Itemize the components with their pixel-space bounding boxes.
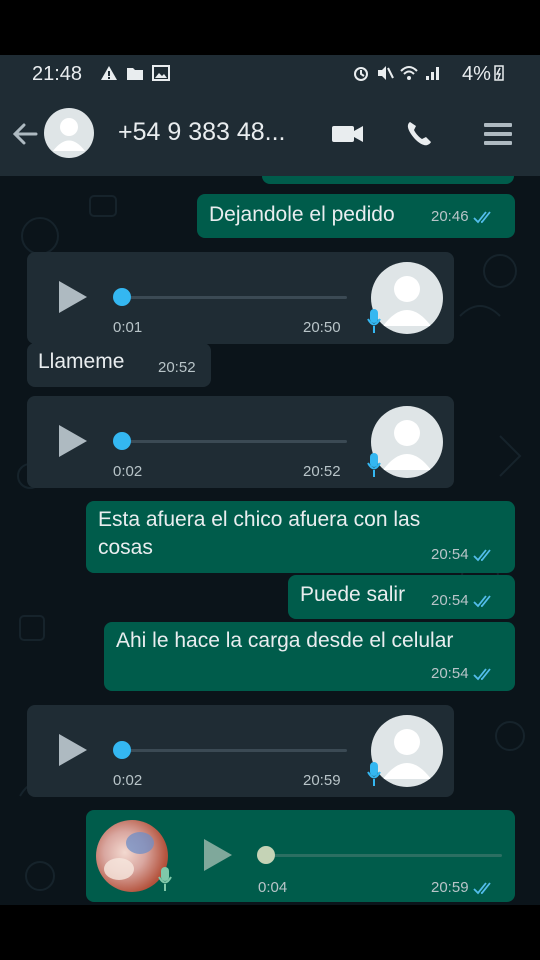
- message-text: Ahi le hace la carga desde el celular: [116, 629, 454, 652]
- message-meta: 20:54: [431, 546, 495, 563]
- message-text-line-2: cosas: [98, 536, 153, 559]
- voice-progress-handle[interactable]: [113, 741, 131, 759]
- play-icon[interactable]: [59, 734, 87, 766]
- battery-level: 4%: [462, 63, 504, 86]
- message-bubble-incoming[interactable]: Llameme 20:52: [27, 343, 211, 387]
- mute-icon: [378, 66, 394, 80]
- voice-progress-handle[interactable]: [113, 288, 131, 306]
- play-icon[interactable]: [204, 839, 232, 871]
- play-icon[interactable]: [59, 281, 87, 313]
- voice-progress-track[interactable]: [117, 749, 347, 752]
- status-bar: 21:48 4%: [0, 55, 540, 92]
- gallery-icon: [152, 65, 170, 81]
- message-time: 20:46: [431, 208, 469, 225]
- voice-message-outgoing[interactable]: 0:04 20:59: [86, 810, 515, 902]
- message-text: Llameme: [38, 350, 125, 373]
- message-time: 20:54: [431, 665, 469, 682]
- signal-icon: [426, 67, 439, 80]
- voice-progress-handle[interactable]: [113, 432, 131, 450]
- contact-name[interactable]: +54 9 383 48...: [118, 118, 286, 147]
- voice-progress-track[interactable]: [262, 854, 502, 857]
- message-time: 20:52: [303, 463, 341, 480]
- status-time: 21:48: [32, 63, 83, 85]
- folder-icon: [127, 68, 143, 80]
- avatar-icon: [383, 276, 431, 326]
- play-icon[interactable]: [59, 425, 87, 457]
- wifi-icon: [400, 66, 418, 80]
- whatsapp-screen: 21:48 4% +54 9 383 48... Dejandole el pe…: [0, 55, 540, 905]
- message-time: 20:59: [303, 772, 341, 789]
- voice-duration: 0:02: [113, 463, 143, 480]
- double-check-icon: [472, 210, 491, 223]
- message-meta: 20:46: [431, 208, 495, 225]
- phone-icon[interactable]: [402, 118, 438, 150]
- mic-icon: [367, 309, 381, 333]
- voice-message-incoming[interactable]: 0:02 20:52: [27, 396, 454, 488]
- message-text-line-1: Esta afuera el chico afuera con las: [98, 508, 421, 531]
- chat-header: +54 9 383 48...: [0, 92, 540, 176]
- mic-icon: [367, 762, 381, 786]
- message-time: 20:54: [431, 592, 469, 609]
- message-meta: 20:59: [431, 879, 495, 896]
- back-arrow-icon[interactable]: [10, 120, 38, 148]
- voice-sender-avatar: [371, 262, 443, 334]
- mic-icon: [158, 867, 172, 891]
- alarm-icon: [354, 67, 368, 81]
- avatar-icon: [383, 420, 431, 470]
- message-bubble-outgoing[interactable]: Puede salir 20:54: [288, 575, 515, 619]
- voice-sender-avatar: [371, 715, 443, 787]
- voice-progress-track[interactable]: [117, 440, 347, 443]
- menu-icon[interactable]: [480, 118, 516, 150]
- message-meta: 20:54: [431, 592, 495, 609]
- voice-progress-handle[interactable]: [257, 846, 275, 864]
- message-bubble-outgoing[interactable]: Ahi le hace la carga desde el celular 20…: [104, 622, 515, 691]
- voice-message-incoming[interactable]: 0:02 20:59: [27, 705, 454, 797]
- contact-avatar[interactable]: [44, 108, 94, 158]
- message-text: Dejandole el pedido: [209, 203, 395, 226]
- message-time: 20:50: [303, 319, 341, 336]
- battery-icon: [494, 65, 504, 81]
- video-call-icon[interactable]: [330, 118, 366, 150]
- voice-duration: 0:02: [113, 772, 143, 789]
- mic-icon: [367, 453, 381, 477]
- previous-message-edge: [262, 176, 514, 184]
- double-check-icon: [472, 548, 491, 561]
- message-text: Puede salir: [300, 583, 406, 606]
- avatar-icon: [53, 118, 85, 151]
- voice-message-incoming[interactable]: 0:01 20:50: [27, 252, 454, 344]
- warning-icon: [101, 66, 117, 80]
- double-check-icon: [472, 594, 491, 607]
- double-check-icon: [472, 667, 491, 680]
- message-time: 20:59: [431, 879, 469, 896]
- message-time: 20:54: [431, 546, 469, 563]
- message-bubble-outgoing[interactable]: Dejandole el pedido 20:46: [197, 194, 515, 238]
- voice-duration: 0:01: [113, 319, 143, 336]
- voice-duration: 0:04: [258, 879, 288, 896]
- voice-progress-track[interactable]: [117, 296, 347, 299]
- message-bubble-outgoing[interactable]: Esta afuera el chico afuera con las cosa…: [86, 501, 515, 573]
- chat-area[interactable]: Dejandole el pedido 20:46 0:01 20:50 Lla…: [0, 176, 540, 905]
- avatar-icon: [383, 729, 431, 779]
- message-time: 20:52: [158, 359, 196, 376]
- voice-sender-avatar: [371, 406, 443, 478]
- double-check-icon: [472, 881, 491, 894]
- message-meta: 20:54: [431, 665, 495, 682]
